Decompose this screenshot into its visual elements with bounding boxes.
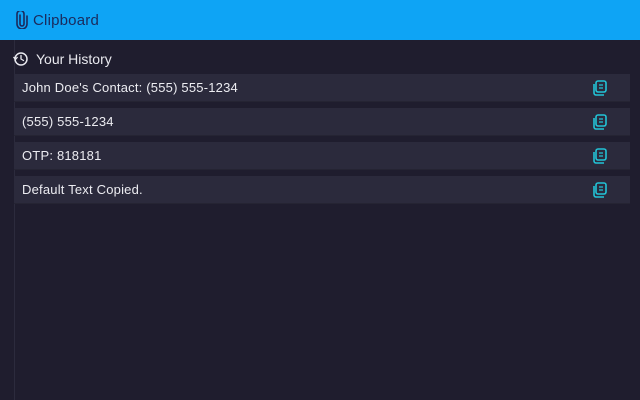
history-heading-label: Your History <box>36 51 112 67</box>
history-item[interactable]: (555) 555-1234 <box>14 108 630 136</box>
history-item-text: John Doe's Contact: (555) 555-1234 <box>22 80 238 95</box>
history-item[interactable]: John Doe's Contact: (555) 555-1234 <box>14 74 630 102</box>
paperclip-icon <box>16 11 28 29</box>
history-item[interactable]: Default Text Copied. <box>14 176 630 204</box>
history-item-text: Default Text Copied. <box>22 182 143 197</box>
copy-icon[interactable] <box>590 112 610 132</box>
history-item-text: OTP: 818181 <box>22 148 102 163</box>
app-title: Clipboard <box>33 11 100 29</box>
copy-icon[interactable] <box>590 146 610 166</box>
copy-icon[interactable] <box>590 78 610 98</box>
history-list: John Doe's Contact: (555) 555-1234 (555)… <box>14 74 630 210</box>
history-item[interactable]: OTP: 818181 <box>14 142 630 170</box>
history-heading: Your History <box>12 50 112 68</box>
history-icon <box>12 51 30 67</box>
history-item-text: (555) 555-1234 <box>22 114 114 129</box>
app-header: Clipboard <box>0 0 640 40</box>
copy-icon[interactable] <box>590 180 610 200</box>
